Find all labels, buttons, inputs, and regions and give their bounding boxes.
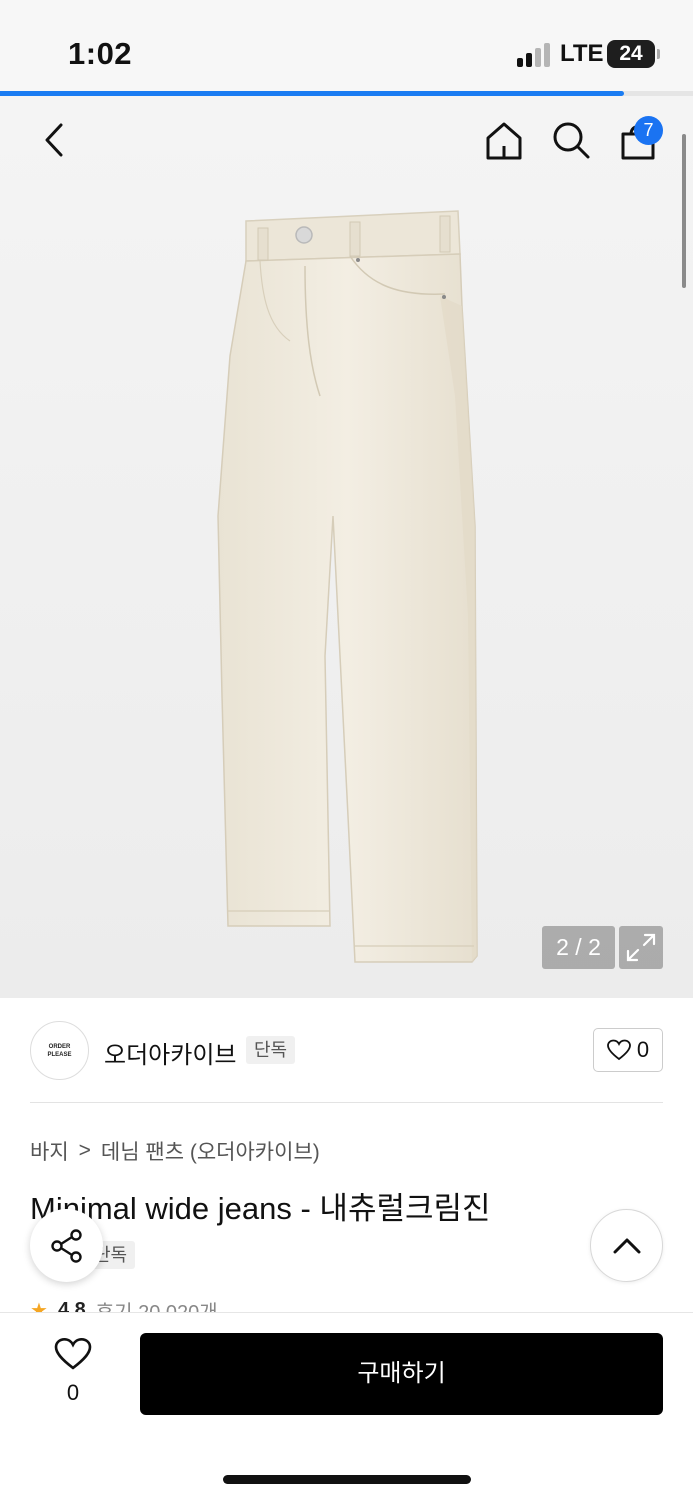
breadcrumb: 바지 > 데님 팬츠 (오더아카이브) [30, 1136, 320, 1166]
buy-button[interactable]: 구매하기 [140, 1333, 663, 1415]
product-detail-screen: 1:02 LTE 24 7 2 / 2 ORDER PLEASE 오더아카이브 … [0, 0, 693, 1500]
wishlist-count: 0 [66, 1380, 80, 1405]
breadcrumb-category[interactable]: 바지 [30, 1136, 69, 1166]
home-icon [486, 122, 522, 160]
brand-name[interactable]: 오더아카이브 [104, 1035, 236, 1070]
back-button[interactable] [34, 120, 74, 160]
expand-image-button[interactable] [619, 926, 663, 969]
home-indicator [223, 1475, 471, 1484]
share-icon [50, 1228, 82, 1263]
breadcrumb-subcategory[interactable]: 데님 팬츠 (오더아카이브) [101, 1136, 320, 1166]
heart-icon [54, 1338, 92, 1370]
product-image-gallery[interactable] [0, 96, 693, 998]
brand-logo[interactable]: ORDER PLEASE [30, 1021, 89, 1080]
search-button[interactable] [549, 118, 593, 162]
battery-icon: 24 [607, 40, 660, 68]
chevron-up-icon [613, 1238, 640, 1253]
wishlist-button[interactable]: 0 [43, 1337, 103, 1406]
brand-like-button[interactable]: 0 [593, 1028, 663, 1072]
search-icon [553, 122, 590, 159]
network-type: LTE [560, 40, 604, 67]
brand-exclusive-tag: 단독 [246, 1036, 296, 1064]
status-time: 1:02 [68, 36, 133, 71]
home-button[interactable] [482, 118, 526, 162]
share-button[interactable] [30, 1209, 103, 1282]
cart-count-badge: 7 [634, 116, 663, 145]
breadcrumb-separator: > [78, 1139, 91, 1162]
product-jeans-image [217, 210, 478, 963]
product-title: Minimal wide jeans - 내츄럴크림진 [30, 1191, 491, 1226]
image-page-counter: 2 / 2 [542, 926, 615, 969]
brand-like-count: 0 [636, 1037, 650, 1062]
scroll-to-top-button[interactable] [590, 1209, 663, 1282]
divider [30, 1102, 663, 1103]
scrollbar[interactable] [682, 134, 686, 288]
brand-logo-text-bottom: PLEASE [47, 1051, 72, 1058]
status-bar: 1:02 LTE 24 [0, 0, 693, 92]
signal-icon [517, 43, 553, 67]
brand-logo-text-top: ORDER [48, 1043, 71, 1050]
heart-icon [606, 1039, 631, 1061]
chevron-left-icon [45, 123, 63, 157]
expand-icon [626, 933, 656, 962]
